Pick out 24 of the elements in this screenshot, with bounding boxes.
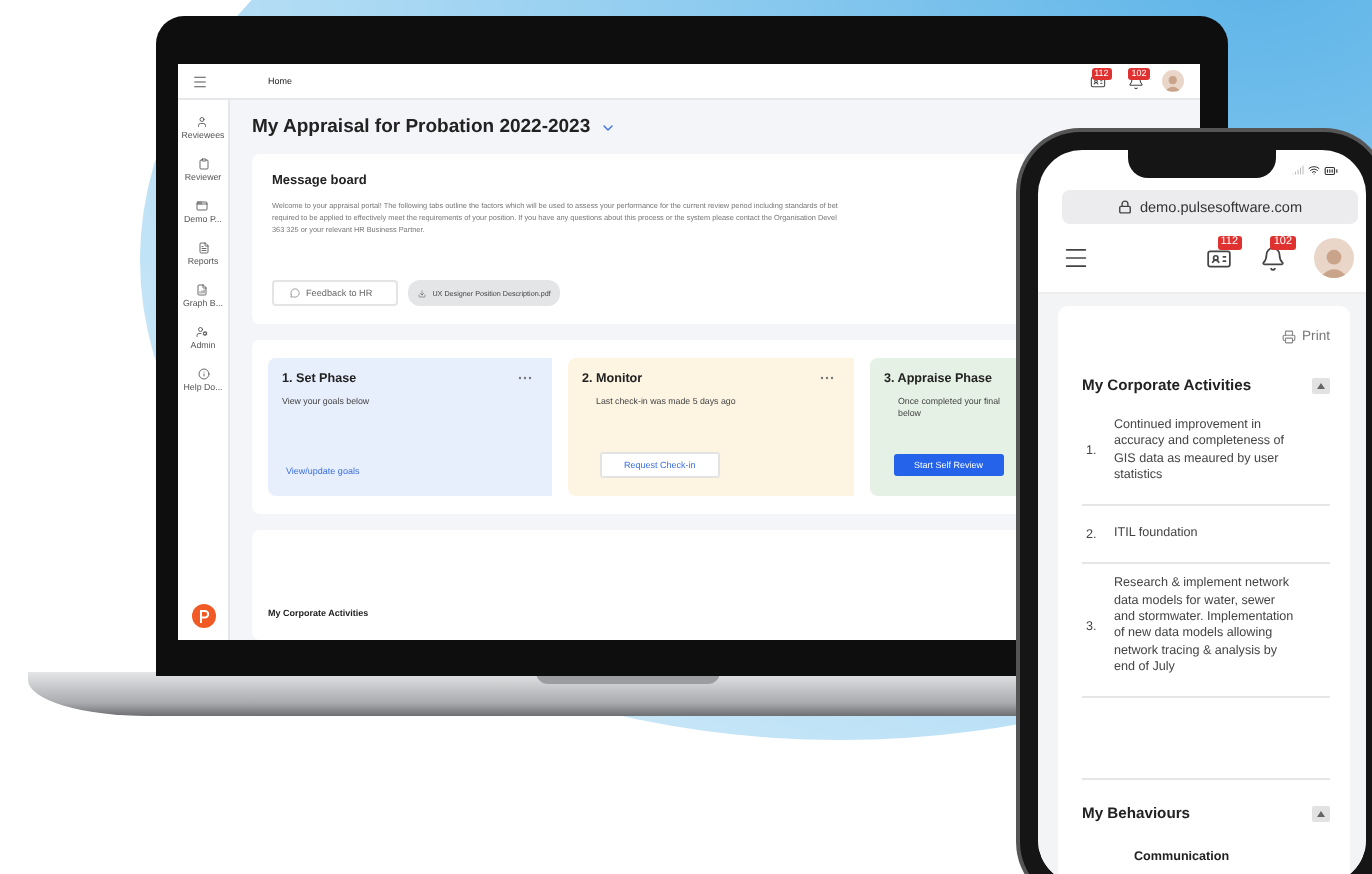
user-settings-icon — [196, 326, 209, 338]
menu-icon[interactable] — [1062, 244, 1090, 272]
battery-icon — [1324, 163, 1338, 177]
bell-icon[interactable] — [1260, 245, 1286, 271]
printer-icon — [1282, 330, 1297, 344]
clipboard-icon — [197, 158, 209, 170]
speech-bubble-icon — [290, 288, 300, 298]
signal-icon — [1292, 164, 1304, 176]
logo-icon — [191, 604, 215, 628]
user-icon — [196, 116, 209, 128]
chart-document-icon — [196, 284, 209, 296]
download-icon — [418, 289, 427, 297]
page-title: My Appraisal for Probation 2022-2023 — [252, 116, 591, 138]
wifi-icon — [1308, 164, 1320, 176]
document-icon — [197, 242, 209, 254]
collapse-icon[interactable] — [1312, 805, 1330, 822]
info-icon — [197, 368, 209, 380]
window-icon — [196, 200, 209, 212]
person-silhouette-icon — [1164, 74, 1182, 92]
id-card-icon[interactable] — [1090, 73, 1106, 89]
lock-icon — [1117, 200, 1132, 214]
person-silhouette-icon — [1318, 246, 1350, 278]
id-card-icon[interactable] — [1206, 245, 1232, 271]
collapse-icon[interactable] — [1312, 377, 1330, 393]
